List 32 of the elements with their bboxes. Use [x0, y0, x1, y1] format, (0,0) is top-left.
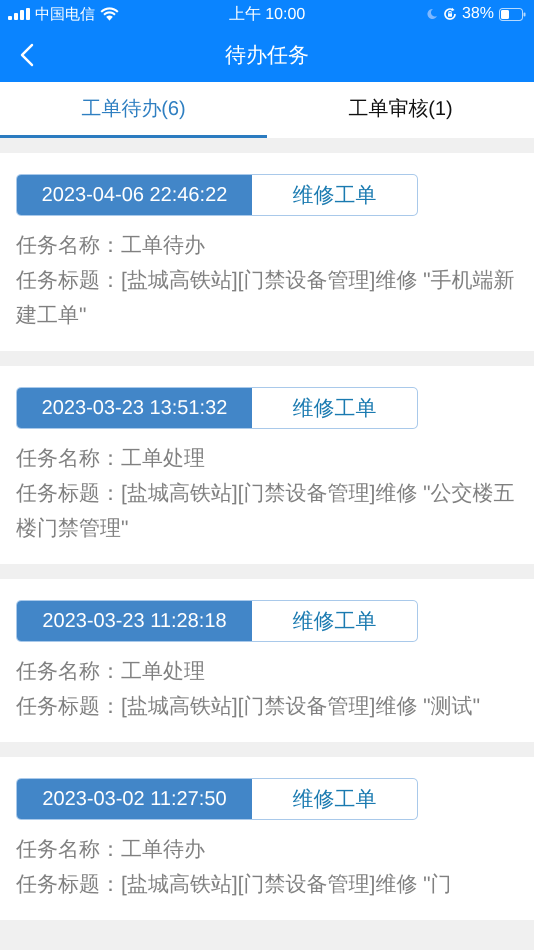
task-type: 维修工单 — [292, 183, 378, 209]
task-time: 2023-03-23 11:28:18 — [17, 601, 252, 641]
rotation-lock-icon — [442, 7, 457, 21]
task-time: 2023-04-06 22:46:22 — [17, 175, 252, 215]
signal-icon — [8, 8, 30, 20]
moon-icon — [426, 8, 438, 20]
carrier-name: 中国电信 — [35, 4, 95, 24]
task-card[interactable]: 2023-03-02 11:27:50 维修工单 任务名称：工单待办 任务标题：[盐城高铁站][门禁设备管理]维修 "门 — [0, 757, 534, 920]
wifi-icon — [100, 7, 119, 21]
page-title: 待办任务 — [225, 43, 309, 69]
task-type: 维修工单 — [292, 396, 378, 422]
task-name: 任务名称：工单处理 — [16, 446, 206, 472]
tab[interactable]: 工单待办(6) — [0, 82, 267, 138]
task-time: 2023-03-02 11:27:50 — [17, 779, 252, 819]
task-title: 任务标题：[盐城高铁站][门禁设备管理]维修 "门 — [16, 872, 453, 898]
task-card[interactable]: 2023-03-23 11:28:18 维修工单 任务名称：工单处理 任务标题：[盐城高铁站][门禁设备管理]维修 "测试" — [0, 579, 534, 742]
task-title: 任务标题：[盐城高铁站][门禁设备管理]维修 "手机端新建工单" — [16, 268, 516, 329]
task-card[interactable]: 2023-04-06 22:46:22 维修工单 任务名称：工单待办 任务标题：[盐城高铁站][门禁设备管理]维修 "手机端新建工单" — [0, 153, 534, 351]
clock-time: 上午 10:00 — [228, 4, 306, 24]
back-icon[interactable] — [20, 43, 34, 67]
task-type: 维修工单 — [292, 609, 378, 635]
battery-icon — [499, 8, 526, 20]
task-name: 任务名称：工单处理 — [16, 659, 206, 685]
tab[interactable]: 工单审核(1) — [267, 82, 534, 138]
task-card[interactable]: 2023-03-23 13:51:32 维修工单 任务名称：工单处理 任务标题：[盐城高铁站][门禁设备管理]维修 "公交楼五楼门禁管理" — [0, 366, 534, 564]
battery-percent: 38% — [462, 5, 494, 23]
task-title: 任务标题：[盐城高铁站][门禁设备管理]维修 "测试" — [16, 694, 482, 720]
task-time: 2023-03-23 13:51:32 — [17, 388, 252, 428]
task-title: 任务标题：[盐城高铁站][门禁设备管理]维修 "公交楼五楼门禁管理" — [16, 481, 516, 542]
task-name: 任务名称：工单待办 — [16, 837, 206, 863]
task-name: 任务名称：工单待办 — [16, 233, 206, 259]
task-type: 维修工单 — [292, 787, 378, 813]
